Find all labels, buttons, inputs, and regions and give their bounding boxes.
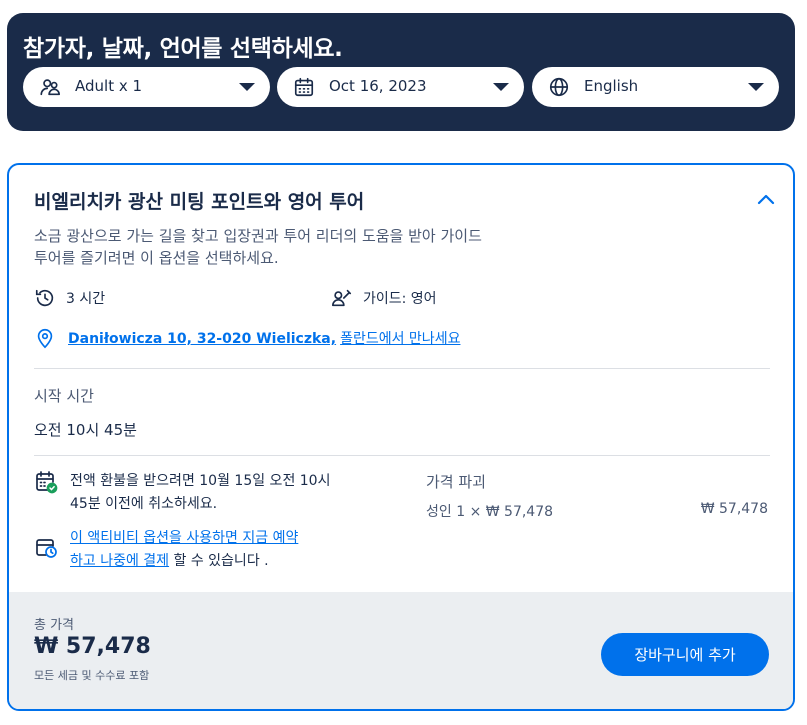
calendar-clock-icon	[36, 539, 57, 558]
rnpl-text: 이 액티비티 옵션을 사용하면 지금 예약 하고 나중에 결제 할 수 있습니다 …	[70, 530, 299, 569]
guide-text: 가이드: 영어	[363, 291, 437, 307]
meeting-address: Daniłowicza 10, 32-020 Wieliczka,	[68, 331, 337, 347]
guide-info: 가이드: 영어	[331, 287, 437, 309]
date-value: Oct 16, 2023	[329, 77, 427, 95]
participants-icon	[40, 79, 60, 96]
participants-dropdown[interactable]: Adult x 1	[23, 67, 270, 107]
option-title: 비엘리치카 광산 미팅 포인트와 영어 투어	[34, 191, 365, 213]
option-description: 소금 광산으로 가는 길을 찾고 입장권과 투어 리더의 도움을 받아 가이드 …	[34, 227, 482, 267]
duration-text: 3 시간	[66, 291, 106, 307]
start-time-label: 시작 시간	[34, 387, 94, 405]
guide-icon	[332, 289, 352, 307]
chevron-down-icon	[748, 83, 764, 91]
chevron-down-icon	[239, 83, 255, 91]
price-breakdown-row: 성인 1 × ₩ 57,478	[426, 504, 554, 520]
meeting-point: Daniłowicza 10, 32-020 Wieliczka, 폴란드에서 만…	[34, 327, 460, 349]
meeting-suffix: 폴란드에서 만나세요	[340, 331, 461, 347]
participants-value: Adult x 1	[75, 77, 143, 95]
calendar-icon	[294, 77, 314, 97]
booking-selector-panel: 참가자, 날짜, 언어를 선택하세요. Adult x 1 Oct 16, 20…	[7, 13, 795, 131]
duration-info: 3 시간	[34, 287, 105, 309]
meeting-point-link[interactable]: Daniłowicza 10, 32-020 Wieliczka, 폴란드에서 만…	[68, 328, 460, 348]
tax-note: 모든 세금 및 수수료 포함	[34, 669, 150, 682]
total-price: ₩ 57,478	[34, 634, 151, 659]
chevron-up-icon[interactable]	[755, 189, 777, 211]
date-picker[interactable]: Oct 16, 2023	[277, 67, 524, 107]
total-price-label: 총 가격	[34, 618, 75, 633]
divider	[34, 455, 770, 456]
price-breakdown-total: ₩ 57,478	[700, 501, 768, 517]
globe-icon	[549, 77, 569, 97]
divider	[34, 368, 770, 369]
add-to-cart-button[interactable]: 장바구니에 추가	[601, 633, 769, 676]
reserve-now-pay-later-info: 이 액티비티 옵션을 사용하면 지금 예약 하고 나중에 결제 할 수 있습니다 …	[34, 527, 384, 573]
free-cancellation-info: 전액 환불을 받으려면 10월 15일 오전 10시 45분 이전에 취소하세요…	[34, 470, 384, 516]
location-pin-icon	[37, 328, 53, 349]
tour-option-card[interactable]: 비엘리치카 광산 미팅 포인트와 영어 투어 소금 광산으로 가는 길을 찾고 …	[7, 163, 795, 711]
chevron-down-icon	[493, 83, 509, 91]
cancellation-text: 전액 환불을 받으려면 10월 15일 오전 10시 45분 이전에 취소하세요…	[70, 473, 331, 512]
clock-history-icon	[35, 289, 54, 307]
calendar-check-icon	[36, 471, 58, 494]
language-value: English	[584, 77, 639, 95]
language-dropdown[interactable]: English	[532, 67, 779, 107]
selector-title: 참가자, 날짜, 언어를 선택하세요.	[23, 36, 343, 62]
price-footer: 총 가격 ₩ 57,478 모든 세금 및 수수료 포함 장바구니에 추가	[9, 592, 793, 709]
price-breakdown-label: 가격 파괴	[426, 473, 486, 491]
start-time-value: 오전 10시 45분	[34, 421, 137, 439]
